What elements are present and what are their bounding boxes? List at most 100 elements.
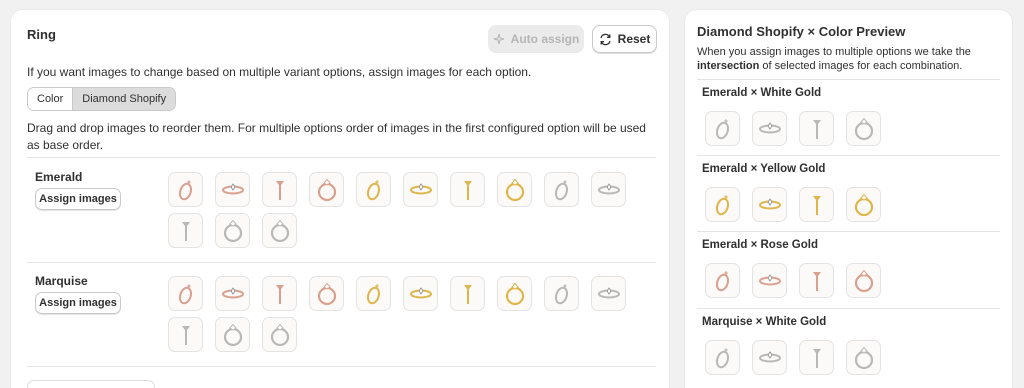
ring-front-icon <box>223 219 242 242</box>
thumbnail-grid-marquise <box>168 276 638 352</box>
ring-side-icon <box>554 283 568 304</box>
image-thumbnail[interactable] <box>168 276 203 311</box>
image-thumbnail[interactable] <box>215 172 250 207</box>
ring-front-icon <box>223 323 242 346</box>
image-thumbnail[interactable] <box>450 172 485 207</box>
ring-side-icon <box>715 194 729 215</box>
image-thumbnail[interactable] <box>262 213 297 248</box>
ring-profile-icon <box>812 271 821 291</box>
ring-front-icon <box>270 219 289 242</box>
ring-band-icon <box>758 121 781 133</box>
ring-profile-icon <box>275 284 284 304</box>
preview-desc-suffix: of selected images for each combination. <box>759 60 963 72</box>
image-thumbnail[interactable] <box>215 213 250 248</box>
segment-diamond-shopify[interactable]: Diamond Shopify <box>72 88 176 110</box>
image-thumbnail[interactable] <box>497 276 532 311</box>
image-thumbnail[interactable] <box>497 172 532 207</box>
image-thumbnail[interactable] <box>309 276 344 311</box>
thumbnail-grid-emerald <box>168 172 638 248</box>
ring-band-icon <box>221 286 244 298</box>
image-thumbnail[interactable] <box>309 172 344 207</box>
ring-profile-icon <box>812 119 821 139</box>
option-name-marquise: Marquise <box>35 274 88 288</box>
assign-images-button-marquise[interactable]: Assign images <box>35 292 121 314</box>
divider <box>697 155 1000 156</box>
preview-thumbnail <box>846 340 881 375</box>
preview-thumbnail <box>752 187 787 222</box>
ring-profile-icon <box>275 180 284 200</box>
ring-side-icon <box>178 283 192 304</box>
image-thumbnail[interactable] <box>403 172 438 207</box>
preview-thumbnail <box>752 263 787 298</box>
image-thumbnail[interactable] <box>262 172 297 207</box>
ring-front-icon <box>317 178 336 201</box>
ring-band-icon <box>221 182 244 194</box>
preview-thumbnail <box>799 340 834 375</box>
image-thumbnail[interactable] <box>262 317 297 352</box>
ring-profile-icon <box>463 180 472 200</box>
preview-description: When you assign images to multiple optio… <box>697 45 997 73</box>
ring-front-icon <box>505 282 524 305</box>
preview-thumbnail <box>705 263 740 298</box>
ring-side-icon <box>366 283 380 304</box>
image-thumbnail[interactable] <box>450 276 485 311</box>
image-thumbnail[interactable] <box>168 172 203 207</box>
combination-thumbs <box>705 187 881 222</box>
reset-label: Reset <box>617 32 651 46</box>
image-thumbnail[interactable] <box>262 276 297 311</box>
auto-assign-button[interactable]: Auto assign <box>488 25 584 53</box>
image-thumbnail[interactable] <box>591 276 626 311</box>
ring-profile-icon <box>812 348 821 368</box>
preview-thumbnail <box>705 187 740 222</box>
preview-thumbnail <box>705 340 740 375</box>
sparkle-icon <box>493 33 504 45</box>
preview-thumbnail <box>752 111 787 146</box>
preview-thumbnail <box>752 340 787 375</box>
image-thumbnail[interactable] <box>356 276 391 311</box>
ring-band-icon <box>409 182 432 194</box>
image-thumbnail[interactable] <box>215 317 250 352</box>
reset-button[interactable]: Reset <box>592 25 657 53</box>
ring-front-icon <box>317 282 336 305</box>
ring-images-card: Ring Auto assign Reset If you want image… <box>11 10 669 388</box>
combination-label: Emerald × Rose Gold <box>702 239 818 251</box>
ring-band-icon <box>758 350 781 362</box>
combination-thumbs <box>705 111 881 146</box>
image-thumbnail[interactable] <box>403 276 438 311</box>
ring-side-icon <box>178 179 192 200</box>
combination-thumbs <box>705 340 881 375</box>
image-thumbnail[interactable] <box>168 213 203 248</box>
preview-desc-bold: intersection <box>697 60 760 72</box>
image-thumbnail[interactable] <box>215 276 250 311</box>
combination-thumbs <box>705 263 881 298</box>
ring-profile-icon <box>181 221 190 241</box>
image-thumbnail[interactable] <box>591 172 626 207</box>
ring-front-icon <box>854 269 873 292</box>
assign-images-button-emerald[interactable]: Assign images <box>35 188 121 210</box>
image-thumbnail[interactable] <box>544 276 579 311</box>
ring-band-icon <box>597 182 620 194</box>
preview-thumbnail <box>846 111 881 146</box>
segment-color[interactable]: Color <box>28 88 73 110</box>
image-thumbnail[interactable] <box>544 172 579 207</box>
ring-front-icon <box>854 346 873 369</box>
image-thumbnail[interactable] <box>168 317 203 352</box>
ring-band-icon <box>409 286 432 298</box>
preview-thumbnail <box>705 111 740 146</box>
card-title: Ring <box>27 27 56 42</box>
auto-assign-label: Auto assign <box>510 32 580 46</box>
preview-thumbnail <box>799 187 834 222</box>
drag-instructions: Drag and drop images to reorder them. Fo… <box>27 121 646 152</box>
option-name-emerald: Emerald <box>35 170 83 184</box>
preview-thumbnail <box>846 187 881 222</box>
divider <box>697 231 1000 232</box>
ring-band-icon <box>758 273 781 285</box>
combination-preview-card: Diamond Shopify × Color Preview When you… <box>685 10 1012 388</box>
divider <box>27 366 656 367</box>
combination-label: Emerald × Yellow Gold <box>702 163 826 175</box>
ring-profile-icon <box>181 325 190 345</box>
combination-label: Emerald × White Gold <box>702 87 822 99</box>
image-thumbnail[interactable] <box>356 172 391 207</box>
combination-label: Marquise × White Gold <box>702 316 827 328</box>
ring-band-icon <box>758 197 781 209</box>
